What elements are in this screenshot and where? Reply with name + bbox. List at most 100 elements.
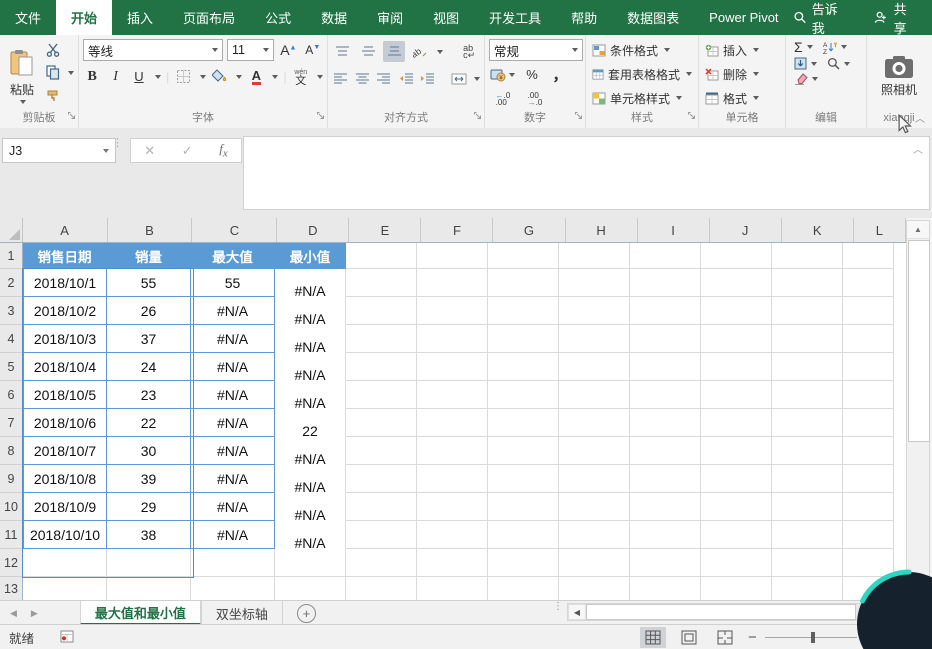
horizontal-scroll-thumb[interactable] [586, 604, 856, 620]
cell-A10[interactable]: 2018/10/9 [23, 493, 107, 521]
clear-button[interactable] [794, 72, 818, 85]
cell-B1[interactable]: 销量 [107, 243, 191, 269]
sheet-tab-1[interactable]: 双坐标轴 [201, 601, 283, 625]
cell-G5[interactable] [488, 353, 559, 381]
cell-D2[interactable]: #N/A [275, 269, 346, 297]
page-layout-view-button[interactable] [676, 627, 702, 648]
fill-color-button[interactable] [211, 66, 229, 87]
share-button[interactable]: 共享 [874, 0, 918, 37]
cell-J4[interactable] [701, 325, 772, 353]
italic-button[interactable]: I [106, 66, 124, 87]
menu-tab-1[interactable]: 开始 [56, 0, 112, 35]
orientation-button[interactable]: ab [409, 41, 431, 62]
cell-G1[interactable] [488, 243, 559, 269]
column-header-L[interactable]: L [854, 218, 906, 242]
cell-J1[interactable] [701, 243, 772, 269]
cell-K12[interactable] [772, 549, 843, 577]
cell-G13[interactable] [488, 577, 559, 600]
cell-I2[interactable] [630, 269, 701, 297]
row-header-9[interactable]: 9 [0, 465, 23, 493]
cell-F2[interactable] [417, 269, 488, 297]
cell-K2[interactable] [772, 269, 843, 297]
cell-I4[interactable] [630, 325, 701, 353]
column-header-E[interactable]: E [349, 218, 421, 242]
cell-J9[interactable] [701, 465, 772, 493]
cell-J13[interactable] [701, 577, 772, 600]
menu-tab-7[interactable]: 视图 [418, 0, 474, 35]
cell-A11[interactable]: 2018/10/10 [23, 521, 107, 549]
decrease-decimal-button[interactable]: .00→.0 [523, 88, 547, 109]
cell-F6[interactable] [417, 381, 488, 409]
cell-K8[interactable] [772, 437, 843, 465]
cell-J11[interactable] [701, 521, 772, 549]
alignment-dialog-launcher[interactable] [473, 110, 482, 125]
macro-record-icon[interactable] [60, 630, 74, 646]
borders-button[interactable] [174, 66, 192, 87]
cell-C8[interactable]: #N/A [191, 437, 275, 465]
cell-E10[interactable] [346, 493, 417, 521]
number-format-combo[interactable]: 常规 [489, 39, 583, 61]
cell-B2[interactable]: 55 [107, 269, 191, 297]
cell-B13[interactable] [107, 577, 191, 600]
cell-L6[interactable] [843, 381, 894, 409]
cell-G6[interactable] [488, 381, 559, 409]
insert-function-button[interactable]: fx [219, 141, 227, 160]
scroll-up-arrow[interactable]: ▲ [907, 221, 929, 239]
cell-A12[interactable] [23, 549, 107, 577]
merge-center-button[interactable] [450, 68, 468, 89]
cell-I10[interactable] [630, 493, 701, 521]
cell-I13[interactable] [630, 577, 701, 600]
cell-H12[interactable] [559, 549, 630, 577]
cancel-button[interactable]: ✕ [144, 143, 155, 159]
shrink-font-button[interactable]: A▼ [303, 40, 323, 61]
cell-A3[interactable]: 2018/10/2 [23, 297, 107, 325]
cell-B5[interactable]: 24 [107, 353, 191, 381]
phonetic-guide-button[interactable]: wén文 [292, 66, 310, 87]
cell-F7[interactable] [417, 409, 488, 437]
cell-A2[interactable]: 2018/10/1 [23, 269, 107, 297]
align-bottom-button[interactable] [383, 41, 405, 62]
cell-C1[interactable]: 最大值 [191, 243, 275, 269]
cell-J6[interactable] [701, 381, 772, 409]
enter-button[interactable]: ✓ [182, 143, 193, 159]
cell-B8[interactable]: 30 [107, 437, 191, 465]
cell-I5[interactable] [630, 353, 701, 381]
cell-K3[interactable] [772, 297, 843, 325]
scroll-left-arrow[interactable]: ◀ [568, 604, 586, 620]
cell-A6[interactable]: 2018/10/5 [23, 381, 107, 409]
number-dialog-launcher[interactable] [574, 110, 583, 125]
menu-tab-3[interactable]: 页面布局 [168, 0, 250, 35]
cell-C6[interactable]: #N/A [191, 381, 275, 409]
cell-I8[interactable] [630, 437, 701, 465]
comma-style-button[interactable]: ， [549, 64, 571, 85]
cell-F5[interactable] [417, 353, 488, 381]
cell-C13[interactable] [191, 577, 275, 600]
styles-dialog-launcher[interactable] [687, 110, 696, 125]
cell-J3[interactable] [701, 297, 772, 325]
cell-I3[interactable] [630, 297, 701, 325]
new-sheet-button[interactable]: + [297, 604, 316, 623]
row-header-2[interactable]: 2 [0, 269, 23, 297]
cell-J12[interactable] [701, 549, 772, 577]
cell-H2[interactable] [559, 269, 630, 297]
zoom-out-button[interactable]: − [748, 629, 757, 646]
cell-G9[interactable] [488, 465, 559, 493]
select-all-corner[interactable] [0, 218, 23, 242]
font-name-combo[interactable]: 等线 [83, 39, 223, 61]
cell-I12[interactable] [630, 549, 701, 577]
cell-K6[interactable] [772, 381, 843, 409]
merge-dropdown-caret[interactable] [474, 77, 480, 81]
cell-C7[interactable]: #N/A [191, 409, 275, 437]
align-top-button[interactable] [332, 41, 354, 62]
fill-button[interactable] [794, 57, 817, 70]
row-header-12[interactable]: 12 [0, 549, 23, 577]
decrease-indent-button[interactable] [397, 68, 415, 89]
cell-I11[interactable] [630, 521, 701, 549]
cell-A7[interactable]: 2018/10/6 [23, 409, 107, 437]
cell-B6[interactable]: 23 [107, 381, 191, 409]
column-header-B[interactable]: B [108, 218, 193, 242]
formula-input[interactable]: ︿ [243, 136, 930, 210]
cell-F10[interactable] [417, 493, 488, 521]
cell-I6[interactable] [630, 381, 701, 409]
cell-E12[interactable] [346, 549, 417, 577]
